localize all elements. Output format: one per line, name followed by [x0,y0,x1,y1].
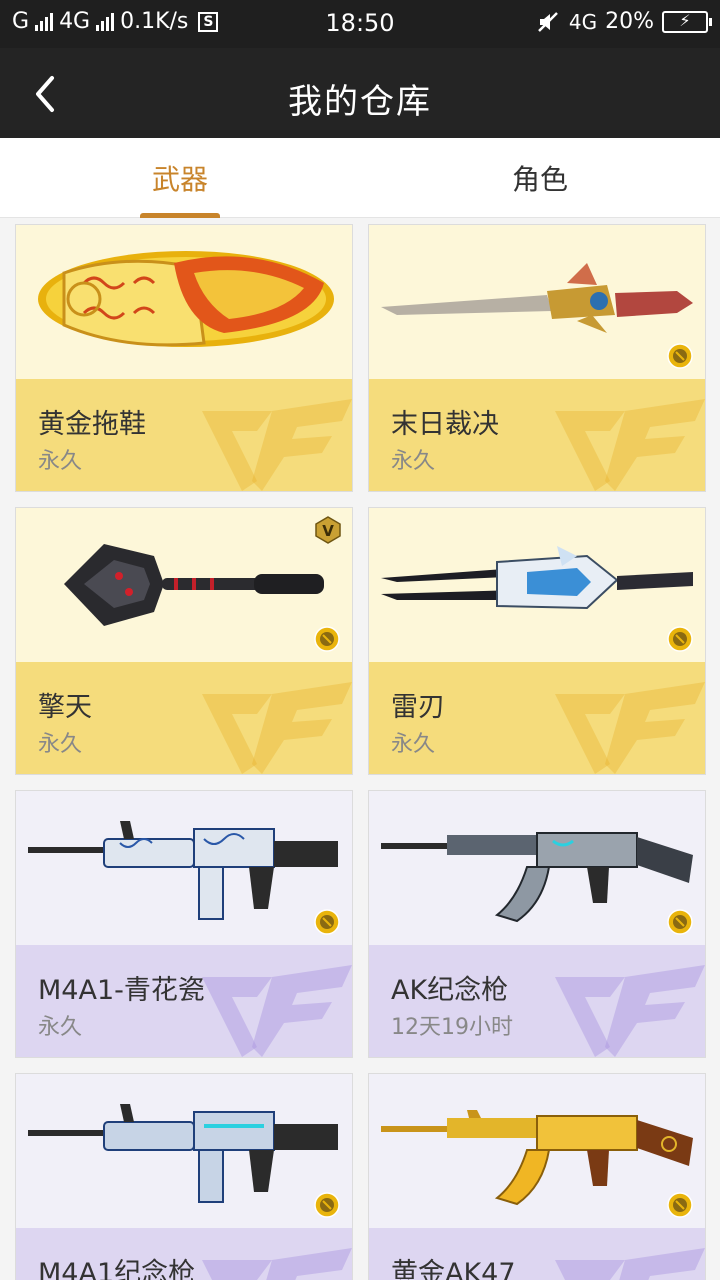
cf-logo-icon [202,965,352,1057]
cf-logo-icon [555,1248,705,1280]
item-duration: 永久 [391,449,436,474]
item-image-area [369,791,705,945]
app-root: G 4G 0.1K/s S 18:50 4G 20% ⚡ 我的仓库 武器 角色 … [0,0,720,1280]
item-card[interactable]: V 擎天 永久 [15,507,353,775]
mute-icon [537,11,558,32]
blade-icon [381,546,693,610]
tab-characters[interactable]: 角色 [360,138,720,218]
svg-text:V: V [322,522,334,540]
medal-icon [314,1192,340,1218]
item-card[interactable]: 黄金拖鞋 永久 [15,224,353,492]
item-card[interactable]: AK纪念枪 12天19小时 [368,790,706,1058]
item-card[interactable]: 黄金AK47 [368,1073,706,1280]
item-image-area: V [16,508,352,662]
item-name: 黄金拖鞋 [38,409,146,440]
item-name: 擎天 [38,692,92,723]
tab-bar: 武器 角色 [0,138,720,218]
item-image-area [16,1074,352,1228]
title-bar: 我的仓库 [0,48,720,138]
item-image-area [369,1074,705,1228]
shovel-icon [64,544,324,626]
item-name: M4A1纪念枪 [38,1258,196,1280]
item-card[interactable]: M4A1纪念枪 [15,1073,353,1280]
medal-icon [314,626,340,652]
tab-indicator [140,213,220,218]
item-image-area [16,225,352,379]
medal-icon [667,343,693,369]
battery-percent: 20% [605,9,654,34]
item-name: 黄金AK47 [391,1258,516,1280]
rifle-ak-gold-icon [381,1110,693,1206]
item-duration: 12天19小时 [391,1015,513,1040]
golden-slipper-icon [38,251,334,347]
item-card[interactable]: 末日裁决 永久 [368,224,706,492]
medal-icon [667,1192,693,1218]
cf-logo-icon [555,682,705,774]
item-name: AK纪念枪 [391,975,509,1006]
item-card[interactable]: M4A1-青花瓷 永久 [15,790,353,1058]
item-image-area [369,508,705,662]
network-type: 4G [568,9,598,34]
item-card[interactable]: 雷刃 永久 [368,507,706,775]
page-title: 我的仓库 [288,82,432,122]
item-image-area [369,225,705,379]
tab-weapons[interactable]: 武器 [0,138,360,218]
item-duration: 永久 [38,1015,83,1040]
rifle-m4a1-icon [28,1104,338,1203]
item-name: M4A1-青花瓷 [38,975,205,1006]
status-bar: G 4G 0.1K/s S 18:50 4G 20% ⚡ [0,0,720,48]
rifle-m4a1-icon [28,821,338,920]
battery-icon: ⚡ [662,10,712,33]
medal-icon [667,909,693,935]
sword-icon [381,263,693,333]
item-duration: 永久 [38,449,83,474]
rifle-ak-icon [381,832,693,923]
item-duration: 永久 [38,732,83,757]
item-image-area [16,791,352,945]
cf-logo-icon [202,1248,352,1280]
medal-icon [314,909,340,935]
cf-logo-icon [555,965,705,1057]
vip-badge-icon: V [315,516,341,544]
medal-icon [667,626,693,652]
item-name: 末日裁决 [391,409,499,440]
item-duration: 永久 [391,732,436,757]
cf-logo-icon [202,682,352,774]
item-name: 雷刃 [391,692,445,723]
cf-logo-icon [202,399,352,491]
status-right: 4G 20% ⚡ [537,9,712,34]
cf-logo-icon [555,399,705,491]
